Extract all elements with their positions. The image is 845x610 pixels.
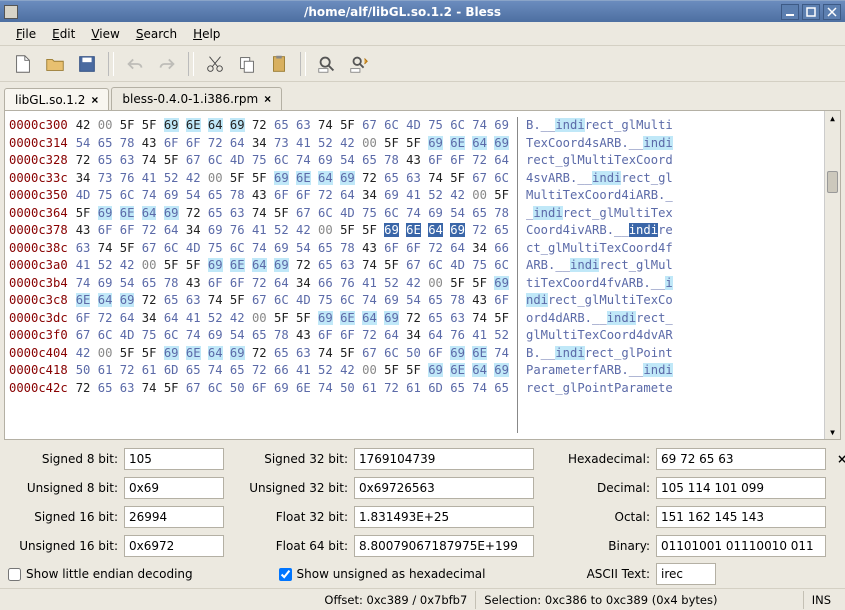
unsigned-hex-checkbox[interactable]	[279, 568, 292, 581]
vertical-scrollbar[interactable]: ▴ ▾	[824, 111, 840, 439]
menu-search[interactable]: Search	[128, 23, 185, 45]
find-replace-button[interactable]	[344, 50, 374, 78]
close-button[interactable]	[823, 4, 841, 20]
menu-file[interactable]: File	[8, 23, 44, 45]
little-endian-label[interactable]: Show little endian decoding	[26, 567, 193, 581]
label-float-64: Float 64 bit:	[230, 539, 348, 553]
hex-editor[interactable]: 0000c300 0000c314 0000c328 0000c33c 0000…	[4, 110, 841, 440]
signed-8-field[interactable]	[124, 448, 224, 470]
label-hexadecimal: Hexadecimal:	[540, 452, 650, 466]
toolbar	[0, 46, 845, 82]
copy-button[interactable]	[232, 50, 262, 78]
label-octal: Octal:	[540, 510, 650, 524]
inspector-close-icon[interactable]: ×	[832, 452, 845, 466]
ascii-text-field[interactable]	[656, 563, 716, 585]
signed-32-field[interactable]	[354, 448, 534, 470]
app-icon	[4, 5, 18, 19]
label-decimal: Decimal:	[540, 481, 650, 495]
maximize-button[interactable]	[802, 4, 820, 20]
cut-button[interactable]	[200, 50, 230, 78]
status-insert-mode[interactable]: INS	[804, 591, 839, 609]
tab-close-icon[interactable]: ×	[91, 93, 98, 107]
binary-field[interactable]	[656, 535, 826, 557]
undo-button[interactable]	[120, 50, 150, 78]
menu-edit[interactable]: Edit	[44, 23, 83, 45]
label-unsigned-8: Unsigned 8 bit:	[8, 481, 118, 495]
tab-label: libGL.so.1.2	[15, 93, 85, 107]
new-button[interactable]	[8, 50, 38, 78]
status-offset: Offset: 0xc389 / 0x7bfb7	[316, 591, 476, 609]
scroll-down-icon[interactable]: ▾	[825, 425, 840, 439]
separator-icon	[300, 52, 306, 76]
find-button[interactable]	[312, 50, 342, 78]
menu-view[interactable]: View	[83, 23, 127, 45]
unsigned-8-field[interactable]	[124, 477, 224, 499]
status-bar: Offset: 0xc389 / 0x7bfb7 Selection: 0xc3…	[0, 588, 845, 610]
hex-bytes-area[interactable]: 42 00 5F 5F 69 6E 64 69 72 65 63 74 5F 6…	[76, 117, 509, 433]
separator-icon	[188, 52, 194, 76]
open-button[interactable]	[40, 50, 70, 78]
ascii-column[interactable]: B.__indirect_glMulti TexCoord4sARB.__ind…	[517, 117, 673, 433]
menubar: File Edit View Search Help	[0, 22, 845, 46]
menu-help[interactable]: Help	[185, 23, 228, 45]
octal-field[interactable]	[656, 506, 826, 528]
status-selection: Selection: 0xc386 to 0xc389 (0x4 bytes)	[476, 591, 803, 609]
tab-close-icon[interactable]: ×	[264, 92, 271, 106]
label-signed-8: Signed 8 bit:	[8, 452, 118, 466]
label-float-32: Float 32 bit:	[230, 510, 348, 524]
save-button[interactable]	[72, 50, 102, 78]
titlebar: /home/alf/libGL.so.1.2 - Bless	[0, 0, 845, 22]
label-unsigned-16: Unsigned 16 bit:	[8, 539, 118, 553]
minimize-button[interactable]	[781, 4, 799, 20]
label-signed-16: Signed 16 bit:	[8, 510, 118, 524]
label-binary: Binary:	[540, 539, 650, 553]
scrollbar-thumb[interactable]	[827, 171, 838, 193]
label-ascii: ASCII Text:	[540, 567, 650, 581]
scroll-up-icon[interactable]: ▴	[825, 111, 840, 125]
tab-bless-rpm[interactable]: bless-0.4.0-1.i386.rpm ×	[111, 87, 282, 110]
tab-libgl[interactable]: libGL.so.1.2 ×	[4, 88, 109, 111]
separator-icon	[108, 52, 114, 76]
label-unsigned-32: Unsigned 32 bit:	[230, 481, 348, 495]
window-title: /home/alf/libGL.so.1.2 - Bless	[24, 5, 781, 19]
paste-button[interactable]	[264, 50, 294, 78]
tab-label: bless-0.4.0-1.i386.rpm	[122, 92, 258, 106]
unsigned-hex-label[interactable]: Show unsigned as hexadecimal	[297, 567, 486, 581]
label-signed-32: Signed 32 bit:	[230, 452, 348, 466]
little-endian-checkbox[interactable]	[8, 568, 21, 581]
unsigned-32-field[interactable]	[354, 477, 534, 499]
offset-column: 0000c300 0000c314 0000c328 0000c33c 0000…	[9, 117, 68, 433]
decimal-field[interactable]	[656, 477, 826, 499]
signed-16-field[interactable]	[124, 506, 224, 528]
float-32-field[interactable]	[354, 506, 534, 528]
unsigned-16-field[interactable]	[124, 535, 224, 557]
float-64-field[interactable]	[354, 535, 534, 557]
redo-button[interactable]	[152, 50, 182, 78]
tab-bar: libGL.so.1.2 × bless-0.4.0-1.i386.rpm ×	[0, 82, 845, 110]
hexadecimal-field[interactable]	[656, 448, 826, 470]
data-inspector: Signed 8 bit: Signed 32 bit: Hexadecimal…	[0, 440, 845, 588]
